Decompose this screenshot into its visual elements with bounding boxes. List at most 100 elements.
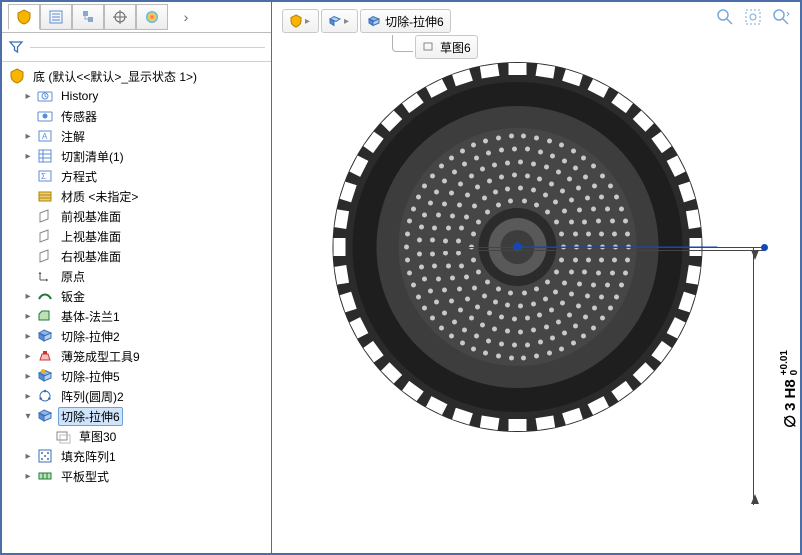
tree-label: 填充阵列1 bbox=[58, 447, 119, 466]
dimension-text[interactable]: ∅ 3 H8 +0.01 0 bbox=[780, 350, 800, 428]
dimension-extension-line bbox=[420, 247, 765, 248]
breadcrumb-child: 草图6 bbox=[392, 35, 480, 59]
feature-manager-panel: › 底 (默认<<默认>_显示状态 1>) ▸ History ▸ 传感器 bbox=[2, 2, 272, 553]
tree-label: 方程式 bbox=[58, 167, 100, 186]
tree-item-top-plane[interactable]: ▸ 上视基准面 bbox=[4, 226, 271, 246]
tree-item-cut-extrude2[interactable]: ▸ 切除-拉伸2 bbox=[4, 326, 271, 346]
tab-dimxpert-manager[interactable] bbox=[104, 4, 136, 30]
breadcrumb-feature-label: 切除-拉伸6 bbox=[385, 13, 444, 30]
tree-label: 右视基准面 bbox=[58, 247, 124, 266]
expander-icon[interactable]: ▸ bbox=[22, 310, 34, 322]
breadcrumb-sketch-label: 草图6 bbox=[440, 39, 471, 56]
tree-item-cut-extrude5[interactable]: ▸ 切除-拉伸5 bbox=[4, 366, 271, 386]
zoom-area-icon[interactable] bbox=[742, 6, 764, 28]
breadcrumb-part[interactable]: ▸ bbox=[282, 9, 319, 33]
flat-pattern-icon bbox=[36, 467, 54, 485]
tree-item-right-plane[interactable]: ▸ 右视基准面 bbox=[4, 246, 271, 266]
tree-item-equations[interactable]: ▸ Σ 方程式 bbox=[4, 166, 271, 186]
expander-icon[interactable]: ▸ bbox=[22, 370, 34, 382]
cut-extrude-icon bbox=[36, 367, 54, 385]
tree-item-circular-pattern[interactable]: ▸ 阵列(圆周)2 bbox=[4, 386, 271, 406]
plane-icon bbox=[36, 227, 54, 245]
tree-item-sketch30[interactable]: ▸ 草图30 bbox=[4, 426, 271, 446]
filter-bar[interactable] bbox=[2, 33, 271, 62]
expander-icon[interactable]: ▸ bbox=[22, 90, 34, 102]
base-flange-icon bbox=[36, 307, 54, 325]
part-icon bbox=[8, 67, 26, 85]
app-window: › 底 (默认<<默认>_显示状态 1>) ▸ History ▸ 传感器 bbox=[0, 0, 802, 555]
expander-icon[interactable]: ▸ bbox=[22, 330, 34, 342]
view-heads-up-toolbar bbox=[714, 6, 792, 28]
tree-label: 钣金 bbox=[58, 287, 88, 306]
fill-pattern-icon bbox=[36, 447, 54, 465]
origin-icon bbox=[36, 267, 54, 285]
expander-icon[interactable]: ▸ bbox=[22, 450, 34, 462]
dimension-value: 3 bbox=[782, 403, 799, 411]
expander-icon[interactable]: ▾ bbox=[22, 410, 34, 422]
tree-item-form-tool[interactable]: ▸ 薄笼成型工具9 bbox=[4, 346, 271, 366]
equations-icon: Σ bbox=[36, 167, 54, 185]
plane-icon bbox=[36, 247, 54, 265]
tree-label: 薄笼成型工具9 bbox=[58, 347, 143, 366]
dimension-endpoint[interactable] bbox=[761, 244, 768, 251]
graphics-viewport[interactable]: ▸ ▸ 切除-拉伸6 草图6 bbox=[272, 2, 800, 553]
tab-feature-tree[interactable] bbox=[8, 4, 40, 30]
expander-icon[interactable]: ▸ bbox=[22, 290, 34, 302]
tree-item-flat-pattern[interactable]: ▸ 平板型式 bbox=[4, 466, 271, 486]
cut-extrude-icon bbox=[36, 407, 54, 425]
tree-label: History bbox=[58, 88, 101, 104]
tab-display-manager[interactable] bbox=[136, 4, 168, 30]
plane-icon bbox=[36, 207, 54, 225]
tree-label: 草图30 bbox=[76, 427, 119, 446]
expander-icon[interactable]: ▸ bbox=[22, 390, 34, 402]
tree-item-history[interactable]: ▸ History bbox=[4, 86, 271, 106]
filter-icon bbox=[8, 39, 24, 55]
tree-item-material[interactable]: ▸ 材质 <未指定> bbox=[4, 186, 271, 206]
feature-tree: 底 (默认<<默认>_显示状态 1>) ▸ History ▸ 传感器 ▸ A … bbox=[2, 62, 271, 553]
zoom-fit-icon[interactable] bbox=[714, 6, 736, 28]
breadcrumb-feature[interactable]: 切除-拉伸6 bbox=[360, 9, 451, 33]
diameter-symbol: ∅ bbox=[781, 415, 799, 428]
tab-property-manager[interactable] bbox=[40, 4, 72, 30]
cutlist-icon bbox=[36, 147, 54, 165]
tree-label: 前视基准面 bbox=[58, 207, 124, 226]
tree-label: 平板型式 bbox=[58, 467, 112, 486]
dimension-arrow-icon bbox=[751, 250, 759, 260]
expander-icon[interactable]: ▸ bbox=[22, 150, 34, 162]
tree-item-cutlist[interactable]: ▸ 切割清单(1) bbox=[4, 146, 271, 166]
tree-item-front-plane[interactable]: ▸ 前视基准面 bbox=[4, 206, 271, 226]
tree-label: 底 (默认<<默认>_显示状态 1>) bbox=[30, 67, 200, 86]
tree-item-origin[interactable]: ▸ 原点 bbox=[4, 266, 271, 286]
tree-label: 切除-拉伸5 bbox=[58, 367, 123, 386]
tab-configuration-manager[interactable] bbox=[72, 4, 104, 30]
sketch-icon bbox=[54, 427, 72, 445]
tree-item-annotations[interactable]: ▸ A 注解 bbox=[4, 126, 271, 146]
tree-label: 阵列(圆周)2 bbox=[58, 387, 127, 406]
dimension-tolerance: +0.01 0 bbox=[780, 350, 800, 375]
expander-icon[interactable]: ▸ bbox=[22, 130, 34, 142]
expander-icon[interactable]: ▸ bbox=[22, 470, 34, 482]
breadcrumb-sketch[interactable]: 草图6 bbox=[415, 35, 478, 59]
tree-root-part[interactable]: 底 (默认<<默认>_显示状态 1>) bbox=[4, 66, 271, 86]
annotation-icon: A bbox=[36, 127, 54, 145]
tree-label: 上视基准面 bbox=[58, 227, 124, 246]
dimension-extension-line bbox=[420, 250, 765, 251]
tree-item-cut-extrude6[interactable]: ▾ 切除-拉伸6 bbox=[4, 406, 271, 426]
svg-text:Σ: Σ bbox=[41, 172, 46, 181]
tree-label: 切除-拉伸6 bbox=[58, 407, 123, 426]
dimension-fit: H8 bbox=[782, 379, 799, 398]
tree-label: 原点 bbox=[58, 267, 88, 286]
tree-label: 切除-拉伸2 bbox=[58, 327, 123, 346]
tree-item-sheetmetal[interactable]: ▸ 钣金 bbox=[4, 286, 271, 306]
tree-item-fill-pattern[interactable]: ▸ 填充阵列1 bbox=[4, 446, 271, 466]
breadcrumb-body[interactable]: ▸ bbox=[321, 9, 358, 33]
sheetmetal-icon bbox=[36, 287, 54, 305]
tab-overflow[interactable]: › bbox=[168, 9, 198, 25]
tree-item-sensors[interactable]: ▸ 传感器 bbox=[4, 106, 271, 126]
breadcrumb: ▸ ▸ 切除-拉伸6 bbox=[282, 8, 453, 34]
svg-text:A: A bbox=[42, 132, 48, 141]
previous-view-icon[interactable] bbox=[770, 6, 792, 28]
expander-icon[interactable]: ▸ bbox=[22, 350, 34, 362]
tree-item-base-flange[interactable]: ▸ 基体-法兰1 bbox=[4, 306, 271, 326]
material-icon bbox=[36, 187, 54, 205]
